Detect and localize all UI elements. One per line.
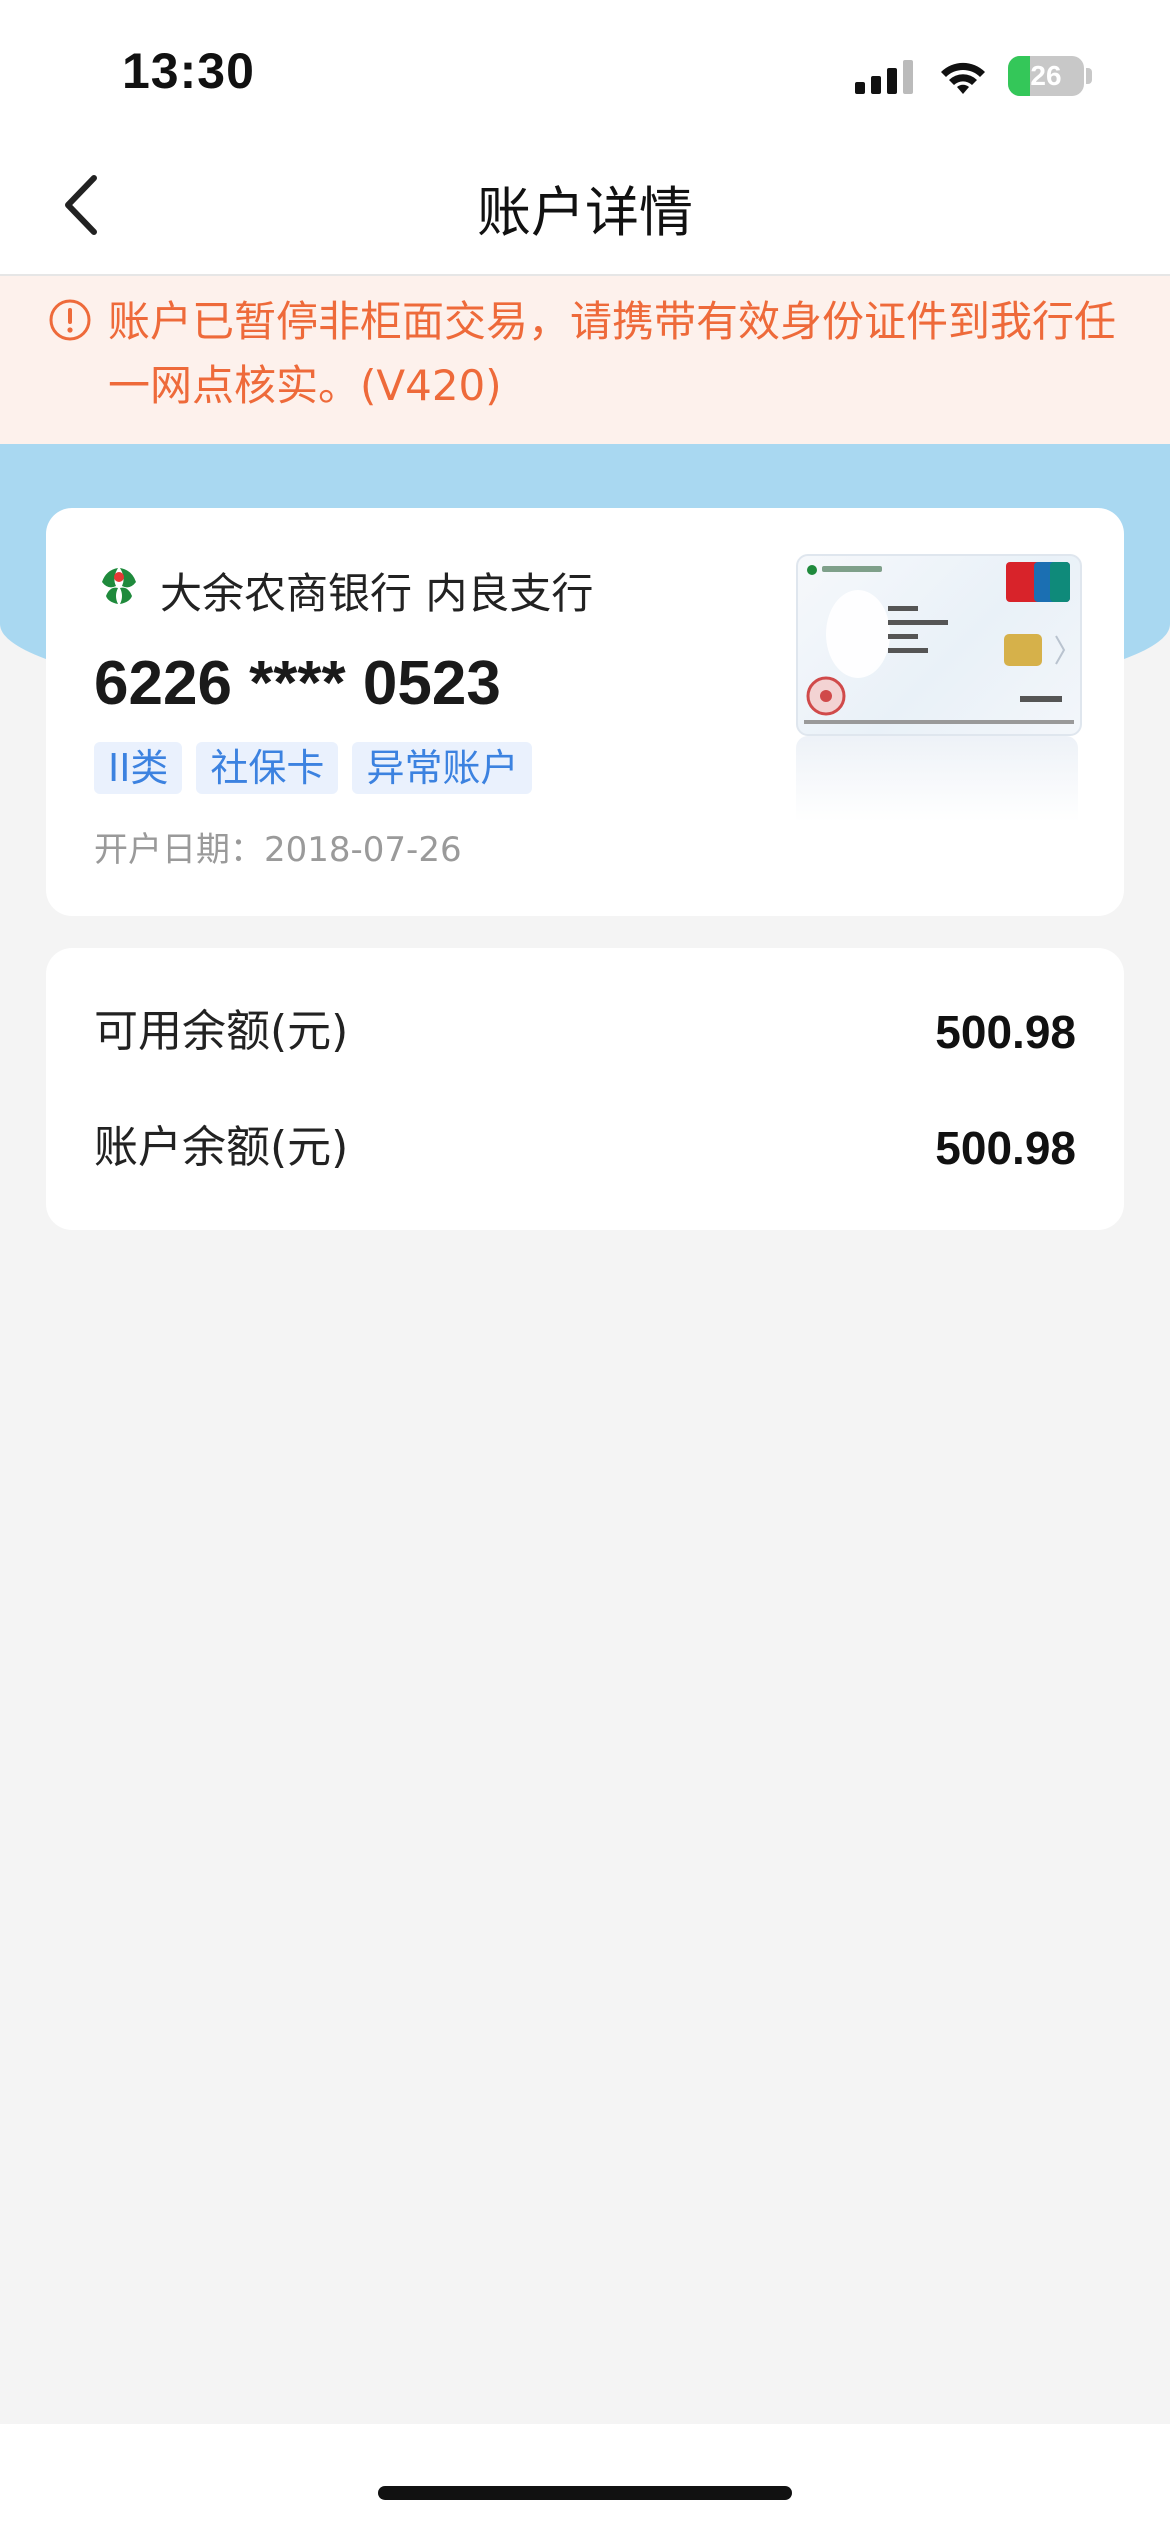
cellular-signal-icon (855, 60, 913, 94)
account-card: 大余农商银行 内良支行 6226 **** 0523 II类 社保卡 异常账户 … (46, 508, 1124, 916)
nav-bar: 账户详情 (0, 140, 1170, 276)
alert-banner: 账户已暂停非柜面交易，请携带有效身份证件到我行任一网点核实。(V420) (0, 276, 1170, 444)
info-circle-icon (49, 299, 91, 341)
account-balance-value: 500.98 (935, 1122, 1076, 1174)
alert-message: 账户已暂停非柜面交易，请携带有效身份证件到我行任一网点核实。(V420) (108, 297, 1117, 410)
home-indicator[interactable] (378, 2486, 792, 2500)
wifi-icon (941, 62, 985, 94)
status-bar: 13:30 26 (0, 0, 1170, 140)
card-number: 6226 **** 0523 (94, 649, 501, 718)
balance-card: 可用余额(元) 500.98 账户余额(元) 500.98 (46, 948, 1124, 1230)
page-title: 账户详情 (477, 181, 693, 244)
tag-abnormal-account: 异常账户 (352, 742, 533, 794)
open-date: 开户日期：2018-07-26 (94, 830, 462, 870)
available-balance-label: 可用余额(元) (94, 1006, 349, 1057)
card-image (796, 554, 1082, 736)
bank-name: 大余农商银行 内良支行 (160, 569, 594, 618)
bottom-safe-area (0, 2424, 1170, 2532)
social-security-card-illustration (804, 562, 1074, 724)
card-image-reflection (796, 736, 1078, 822)
tag-account-class: II类 (94, 742, 183, 794)
tag-social-security: 社保卡 (196, 742, 339, 794)
available-balance-value: 500.98 (935, 1006, 1076, 1058)
account-balance-label: 账户余额(元) (94, 1122, 349, 1173)
account-tags: II类 社保卡 异常账户 (94, 742, 533, 794)
account-balance-row: 账户余额(元) 500.98 (94, 1108, 1076, 1188)
bank-logo-icon (102, 568, 136, 604)
battery-icon: 26 (1008, 56, 1084, 96)
battery-level: 26 (1030, 60, 1062, 91)
status-time: 13:30 (122, 43, 255, 99)
available-balance-row: 可用余额(元) 500.98 (94, 992, 1076, 1072)
